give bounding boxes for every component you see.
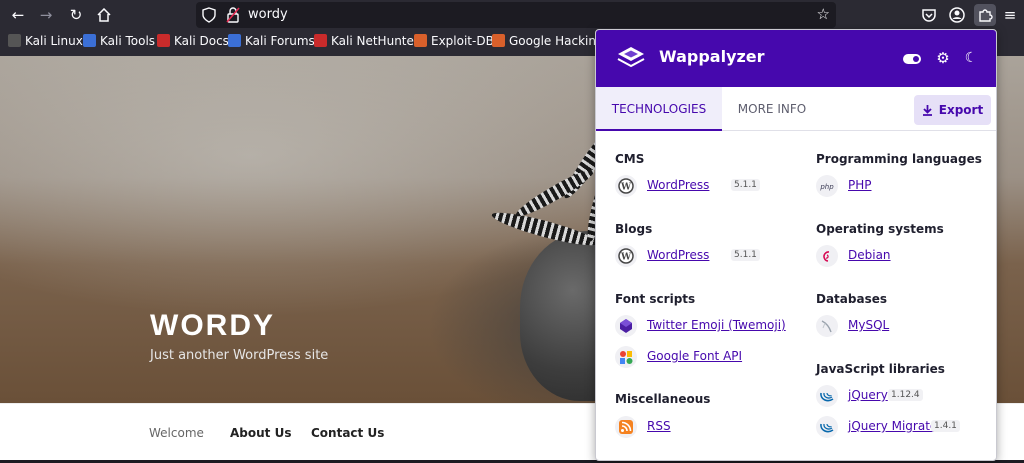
nethunter-icon [314, 34, 327, 47]
debian-icon [816, 245, 838, 267]
tech-version: 5.1.1 [731, 249, 760, 261]
ghdb-icon [492, 34, 505, 47]
bookmark-kali-tools[interactable]: Kali Tools [83, 34, 155, 52]
insecure-lock-icon[interactable] [226, 7, 240, 23]
shield-icon[interactable] [202, 7, 216, 23]
tech-item[interactable]: RSS [615, 416, 795, 440]
bookmark-kali-docs[interactable]: Kali Docs [157, 34, 229, 52]
browser-toolbar: ← → ↻ wordy ☆ ≡ [0, 0, 1024, 30]
tech-item[interactable]: php PHP [816, 175, 986, 199]
wappalyzer-brand: Wappalyzer [659, 47, 765, 66]
wordpress-icon: W [615, 245, 637, 267]
pocket-icon[interactable] [918, 4, 940, 26]
nav-welcome[interactable]: Welcome [149, 426, 204, 440]
kali-forums-icon [228, 34, 241, 47]
tech-name[interactable]: WordPress [647, 248, 709, 262]
nav-about-us[interactable]: About Us [230, 426, 291, 440]
svg-text:W: W [620, 253, 632, 263]
wappalyzer-logo-icon [617, 47, 645, 68]
tech-name[interactable]: Debian [848, 248, 891, 262]
site-title[interactable]: WORDY [150, 309, 275, 343]
tech-version: 1.4.1 [931, 420, 960, 432]
reload-icon[interactable]: ↻ [64, 3, 88, 27]
category-miscellaneous: Miscellaneous [615, 392, 711, 406]
tech-item[interactable]: W WordPress 5.1.1 [615, 175, 795, 199]
category-databases: Databases [816, 292, 888, 306]
tech-name[interactable]: MySQL [848, 318, 889, 332]
forward-arrow-icon[interactable]: → [34, 3, 58, 27]
download-icon [922, 105, 932, 116]
tech-name[interactable]: Google Font API [647, 349, 742, 363]
tech-name[interactable]: RSS [647, 419, 671, 433]
url-bar[interactable]: wordy ☆ [196, 2, 836, 28]
tech-name[interactable]: Twitter Emoji (Twemoji) [647, 318, 786, 332]
exploit-db-icon [414, 34, 427, 47]
site-description: Just another WordPress site [150, 348, 329, 363]
tech-item[interactable]: W WordPress 5.1.1 [615, 245, 795, 269]
php-icon: php [816, 175, 838, 197]
kali-dragon-icon [8, 34, 21, 47]
plant-leaf [489, 207, 601, 251]
settings-gear-icon[interactable]: ⚙ [934, 49, 952, 67]
category-blogs: Blogs [615, 222, 653, 236]
bookmark-kali-linux[interactable]: Kali Linux [8, 34, 83, 52]
category-javascript-libraries: JavaScript libraries [816, 362, 945, 376]
tech-version: 1.12.4 [888, 389, 923, 401]
kali-tools-icon [83, 34, 96, 47]
tech-name[interactable]: WordPress [647, 178, 709, 192]
kali-docs-icon [157, 34, 170, 47]
home-icon[interactable] [92, 3, 116, 27]
bookmark-star-icon[interactable]: ☆ [817, 5, 830, 23]
twemoji-icon [615, 315, 637, 337]
url-text[interactable]: wordy [248, 7, 288, 22]
jquery-icon [816, 416, 838, 438]
bookmark-kali-forums[interactable]: Kali Forums [228, 34, 315, 52]
enable-toggle[interactable] [903, 54, 921, 64]
tech-version: 5.1.1 [731, 179, 760, 191]
rss-icon [615, 416, 637, 438]
menu-icon[interactable]: ≡ [998, 3, 1022, 27]
tech-item[interactable]: jQuery Migrate 1.4.1 [816, 416, 986, 440]
mysql-icon [816, 315, 838, 337]
account-icon[interactable] [946, 4, 968, 26]
export-button[interactable]: Export [914, 95, 991, 125]
tech-item[interactable]: jQuery 1.12.4 [816, 385, 986, 409]
tab-technologies[interactable]: TECHNOLOGIES [596, 87, 722, 131]
nav-contact-us[interactable]: Contact Us [311, 426, 384, 440]
wordpress-icon: W [615, 175, 637, 197]
category-cms: CMS [615, 152, 645, 166]
back-arrow-icon[interactable]: ← [6, 3, 30, 27]
wappalyzer-header: Wappalyzer ⚙ ☾ [596, 30, 996, 87]
google-font-icon [615, 346, 637, 368]
dark-mode-moon-icon[interactable]: ☾ [962, 49, 980, 67]
bookmark-kali-nethunter[interactable]: Kali NetHunter [314, 34, 419, 52]
tech-item[interactable]: Debian [816, 245, 986, 269]
svg-text:php: php [819, 183, 834, 191]
category-operating-systems: Operating systems [816, 222, 944, 236]
extensions-puzzle-icon[interactable] [974, 4, 996, 26]
tech-name[interactable]: jQuery [848, 388, 888, 402]
wappalyzer-popup: Wappalyzer ⚙ ☾ TECHNOLOGIES MORE INFO Ex… [595, 29, 997, 461]
tab-more-info[interactable]: MORE INFO [722, 87, 822, 131]
tech-item[interactable]: MySQL [816, 315, 986, 339]
tech-item[interactable]: Twitter Emoji (Twemoji) [615, 315, 795, 339]
tech-item[interactable]: Google Font API [615, 346, 795, 370]
tech-name[interactable]: PHP [848, 178, 872, 192]
jquery-icon [816, 385, 838, 407]
category-font-scripts: Font scripts [615, 292, 696, 306]
category-programming-languages: Programming languages [816, 152, 982, 166]
tech-name[interactable]: jQuery Migrate [848, 419, 937, 433]
bookmark-exploit-db[interactable]: Exploit-DB [414, 34, 494, 52]
plant-leaf [512, 164, 598, 222]
svg-text:W: W [620, 183, 632, 193]
